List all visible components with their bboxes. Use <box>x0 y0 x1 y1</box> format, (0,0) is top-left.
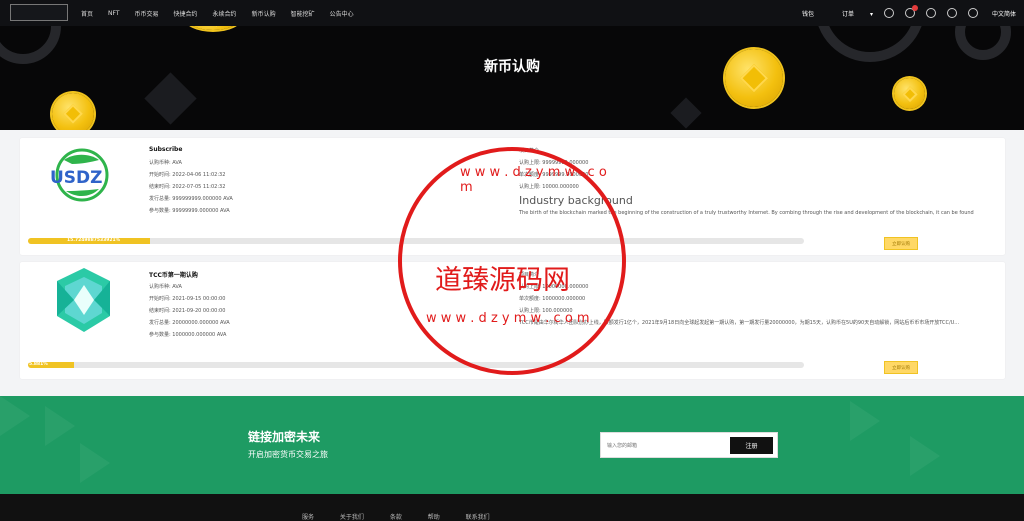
participation-label: 参与数量: <box>149 332 171 338</box>
nav-perpetual-contract[interactable]: 永续合约 <box>213 9 237 18</box>
main-menu: 首页 NFT 币币交易 快捷合约 永续合约 新币认购 智能挖矿 公告中心 <box>81 0 369 26</box>
subscribe-button[interactable]: 立即认购 <box>884 237 918 250</box>
chevron-down-icon: ▾ <box>869 10 873 18</box>
participation-total: 99999999.000000 AVA <box>172 208 230 214</box>
bell-icon[interactable] <box>946 8 957 18</box>
signup-title: 链接加密未来 <box>248 430 321 444</box>
email-field[interactable] <box>607 440 731 452</box>
decorative-diamond-small <box>670 97 702 129</box>
coin-icon-top <box>186 26 240 30</box>
nav-smart-mining[interactable]: 智能挖矿 <box>291 9 315 18</box>
decorative-diamond <box>144 72 197 125</box>
end-label: 结束时间: <box>149 308 171 314</box>
coin-icon-right <box>894 78 925 109</box>
start-time: 2021-09-15 00:00:00 <box>172 296 226 302</box>
watermark-main-text: 道臻源码网 <box>435 265 570 296</box>
watermark-domain-top: w w w . d z y m w . c o m <box>460 165 607 195</box>
email-signup-form: 注册 <box>600 432 778 458</box>
subscribe-button[interactable]: 立即认购 <box>884 361 918 374</box>
decorative-triangle <box>80 443 110 483</box>
issue-label: 发行总量: <box>149 320 171 326</box>
end-time: 2022-07-05 11:02:32 <box>172 184 226 190</box>
footer: 服务 关于我们 条款 帮助 联系我们 <box>0 494 1024 521</box>
start-label: 开始时间: <box>149 172 171 178</box>
nav-nft[interactable]: NFT <box>108 10 120 17</box>
decorative-triangle <box>45 406 75 446</box>
issue-total: 20000000.000000 AVA <box>172 320 230 326</box>
user-icon[interactable] <box>883 8 894 18</box>
decorative-triangle <box>850 401 880 441</box>
watermark-stamp: 道臻源码网 w w w . d z y m w . c o m w w w . … <box>398 147 626 375</box>
signup-subtitle: 开启加密货币交易之旅 <box>248 450 328 459</box>
nav-spot-trading[interactable]: 币币交易 <box>135 9 159 18</box>
decorative-triangle <box>910 436 940 476</box>
watermark-domain-bottom: w w w . d z y m w . c o m <box>426 311 590 326</box>
participation-total: 1000000.000000 AVA <box>172 332 227 338</box>
decorative-triangle <box>0 396 30 436</box>
tcc-logo <box>57 268 110 332</box>
participation-label: 参与数量: <box>149 208 171 214</box>
end-label: 结束时间: <box>149 184 171 190</box>
notification-icon[interactable] <box>904 5 918 18</box>
footer-links[interactable]: 服务 关于我们 条款 帮助 联系我们 <box>302 512 490 521</box>
progress-percent: 5.881% <box>29 362 48 367</box>
decorative-ring-top <box>955 26 1011 60</box>
progress-percent: 15.7249887533921% <box>67 238 121 243</box>
nav-home[interactable]: 首页 <box>81 9 93 18</box>
currency-label: 认购币种: <box>149 284 171 290</box>
subscription-progress <box>28 362 804 368</box>
end-time: 2021-09-20 00:00:00 <box>172 308 226 314</box>
nav-announcements[interactable]: 公告中心 <box>330 9 354 18</box>
top-navigation: 首页 NFT 币币交易 快捷合约 永续合约 新币认购 智能挖矿 公告中心 钱包 … <box>0 0 1024 26</box>
coin-icon-left <box>52 93 94 130</box>
currency-value: AVA <box>172 284 182 290</box>
svg-text:USDZ: USDZ <box>50 168 103 188</box>
start-label: 开始时间: <box>149 296 171 302</box>
issue-label: 发行总量: <box>149 196 171 202</box>
currency-value: AVA <box>172 160 182 166</box>
language-select[interactable]: 中文简体 <box>992 9 1016 18</box>
currency-label: 认购币种: <box>149 160 171 166</box>
page-title: 新币认购 <box>484 59 540 75</box>
start-time: 2022-04-06 11:02:32 <box>172 172 226 178</box>
project-title: Subscribe <box>149 146 183 153</box>
nav-new-coin-subscription[interactable]: 新币认购 <box>252 9 276 18</box>
issue-total: 999999999.000000 AVA <box>172 196 233 202</box>
site-logo[interactable] <box>10 4 68 21</box>
download-icon[interactable] <box>967 8 978 18</box>
project-info: 认购币种: AVA 开始时间: 2021-09-15 00:00:00 结束时间… <box>149 281 230 341</box>
user-menu: 钱包 订单 ▾ 中文简体 <box>788 0 1016 26</box>
register-button[interactable]: 注册 <box>730 437 773 454</box>
hero-banner: 新币认购 <box>0 26 1024 130</box>
orders-label: 订单 <box>842 10 855 18</box>
assets-link[interactable]: 钱包 <box>802 9 814 18</box>
notification-badge <box>911 5 918 11</box>
project-info: 认购币种: AVA 开始时间: 2022-04-06 11:02:32 结束时间… <box>149 157 233 217</box>
signup-banner: 链接加密未来 开启加密货币交易之旅 注册 <box>0 396 1024 494</box>
project-title: TCC币第一期认购 <box>149 272 198 279</box>
support-icon[interactable] <box>925 8 936 18</box>
orders-menu[interactable]: 订单 ▾ <box>828 9 873 18</box>
nav-quick-contract[interactable]: 快捷合约 <box>174 9 198 18</box>
usdz-logo: USDZ <box>50 148 109 202</box>
